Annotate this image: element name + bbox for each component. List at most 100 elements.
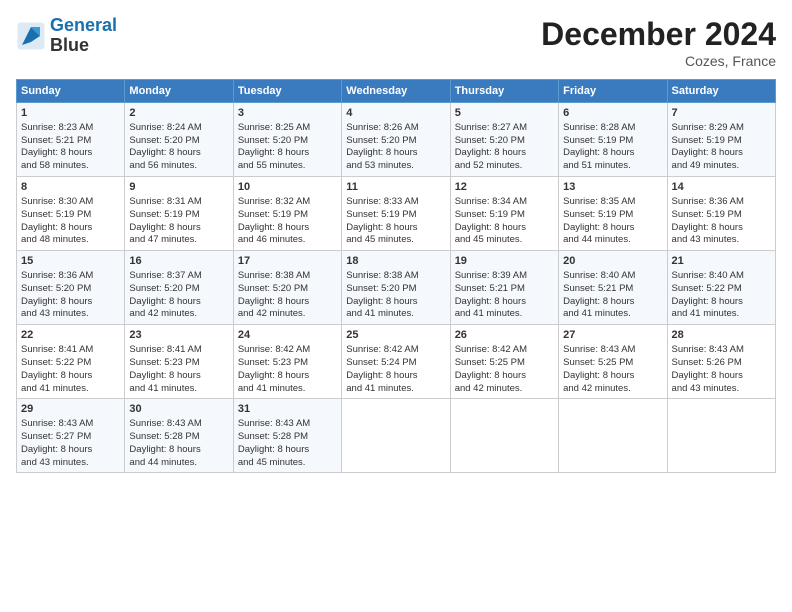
sunrise-label: Sunrise: 8:40 AM (563, 270, 635, 281)
day-number: 20 (563, 254, 662, 269)
day-number: 31 (238, 402, 337, 417)
daylight-label: Daylight: 8 hoursand 51 minutes. (563, 147, 634, 171)
sunrise-label: Sunrise: 8:37 AM (129, 270, 201, 281)
calendar-cell-11: 12Sunrise: 8:34 AMSunset: 5:19 PMDayligh… (450, 177, 558, 251)
sunrise-label: Sunrise: 8:42 AM (238, 344, 310, 355)
daylight-label: Daylight: 8 hoursand 48 minutes. (21, 222, 92, 246)
calendar-cell-17: 18Sunrise: 8:38 AMSunset: 5:20 PMDayligh… (342, 251, 450, 325)
calendar-cell-26: 27Sunrise: 8:43 AM Sunset: 5:25 PM Dayligh… (559, 325, 667, 399)
calendar-cell-33 (559, 399, 667, 473)
calendar-table: SundayMondayTuesdayWednesdayThursdayFrid… (16, 79, 776, 473)
sunset-label: Sunset: 5:19 PM (455, 209, 525, 220)
day-number: 10 (238, 180, 337, 195)
day-number: 13 (563, 180, 662, 195)
sunset-label: Sunset: 5:19 PM (129, 209, 199, 220)
sunset-label: Sunset: 5:23 PM (129, 357, 199, 368)
sunset-label: Sunset: 5:19 PM (672, 135, 742, 146)
daylight-label: Daylight: 8 hoursand 56 minutes. (129, 147, 200, 171)
calendar-cell-34 (667, 399, 775, 473)
daylight-label: Daylight: 8 hoursand 44 minutes. (563, 222, 634, 246)
header-monday: Monday (125, 80, 233, 103)
sunrise-label: Sunrise: 8:43 AM (672, 344, 744, 355)
sunrise-label: Sunrise: 8:29 AM (672, 122, 744, 133)
week-row-2: 15Sunrise: 8:36 AMSunset: 5:20 PMDayligh… (17, 251, 776, 325)
sunset-label: Sunset: 5:22 PM (21, 357, 91, 368)
sunset-label: Sunset: 5:24 PM (346, 357, 416, 368)
sunrise-label: Sunrise: 8:28 AM (563, 122, 635, 133)
logo-text: GeneralBlue (50, 16, 117, 56)
sunset-label: Sunset: 5:20 PM (455, 135, 525, 146)
calendar-cell-5: 6Sunrise: 8:28 AMSunset: 5:19 PMDaylight… (559, 103, 667, 177)
day-number: 19 (455, 254, 554, 269)
calendar-cell-8: 9Sunrise: 8:31 AMSunset: 5:19 PMDaylight… (125, 177, 233, 251)
sunrise-label: Sunrise: 8:34 AM (455, 196, 527, 207)
calendar-cell-18: 19Sunrise: 8:39 AM Sunset: 5:21 PM Dayligh… (450, 251, 558, 325)
day-number: 29 (21, 402, 120, 417)
sunset-label: Sunset: 5:19 PM (563, 135, 633, 146)
sunrise-label: Sunrise: 8:24 AM (129, 122, 201, 133)
calendar-cell-30: 31Sunrise: 8:43 AMSunset: 5:28 PMDayligh… (233, 399, 341, 473)
calendar-cell-32 (450, 399, 558, 473)
sunset-label: Sunset: 5:21 PM (455, 283, 525, 294)
sunset-label: Sunset: 5:25 PM (563, 357, 633, 368)
day-number: 18 (346, 254, 445, 269)
calendar-cell-7: 8Sunrise: 8:30 AMSunset: 5:19 PMDaylight… (17, 177, 125, 251)
sunrise-label: Sunrise: 8:43 AM (563, 344, 635, 355)
sunrise-label: Sunrise: 8:35 AM (563, 196, 635, 207)
sunrise-label: Sunrise: 8:38 AM (238, 270, 310, 281)
daylight-label: Daylight: 8 hoursand 41 minutes. (21, 370, 92, 394)
sunrise-label: Sunrise: 8:26 AM (346, 122, 418, 133)
day-number: 23 (129, 328, 228, 343)
day-number: 27 (563, 328, 662, 343)
day-number: 3 (238, 106, 337, 121)
logo: GeneralBlue (16, 16, 117, 56)
calendar-cell-27: 28Sunrise: 8:43 AMSunset: 5:26 PMDayligh… (667, 325, 775, 399)
calendar-cell-6: 7Sunrise: 8:29 AMSunset: 5:19 PMDaylight… (667, 103, 775, 177)
day-number: 12 (455, 180, 554, 195)
page: GeneralBlue December 2024 Cozes, France … (0, 0, 792, 612)
day-number: 28 (672, 328, 771, 343)
sunset-label: Sunset: 5:20 PM (238, 283, 308, 294)
calendar-body: 1Sunrise: 8:23 AMSunset: 5:21 PMDaylight… (17, 103, 776, 473)
header-sunday: Sunday (17, 80, 125, 103)
daylight-label: Daylight: 8 hoursand 41 minutes. (129, 370, 200, 394)
sunrise-label: Sunrise: 8:23 AM (21, 122, 93, 133)
day-number: 2 (129, 106, 228, 121)
calendar-cell-14: 15Sunrise: 8:36 AMSunset: 5:20 PMDayligh… (17, 251, 125, 325)
daylight-label: Daylight: 8 hoursand 43 minutes. (21, 296, 92, 320)
daylight-label: Daylight: 8 hoursand 43 minutes. (21, 444, 92, 468)
week-row-3: 22Sunrise: 8:41 AMSunset: 5:22 PMDayligh… (17, 325, 776, 399)
day-number: 25 (346, 328, 445, 343)
daylight-label: Daylight: 8 hoursand 41 minutes. (455, 296, 526, 320)
day-number: 7 (672, 106, 771, 121)
calendar-cell-22: 23Sunrise: 8:41 AM Sunset: 5:23 PM Dayligh… (125, 325, 233, 399)
calendar-cell-12: 13Sunrise: 8:35 AMSunset: 5:19 PMDayligh… (559, 177, 667, 251)
location: Cozes, France (541, 53, 776, 69)
calendar-cell-28: 29Sunrise: 8:43 AMSunset: 5:27 PMDayligh… (17, 399, 125, 473)
sunrise-label: Sunrise: 8:41 AM (129, 344, 201, 355)
day-number: 21 (672, 254, 771, 269)
daylight-label: Daylight: 8 hoursand 42 minutes. (563, 370, 634, 394)
calendar-cell-21: 22Sunrise: 8:41 AMSunset: 5:22 PMDayligh… (17, 325, 125, 399)
calendar-cell-25: 26Sunrise: 8:42 AMSunset: 5:25 PMDayligh… (450, 325, 558, 399)
calendar-cell-20: 21Sunrise: 8:40 AMSunset: 5:22 PMDayligh… (667, 251, 775, 325)
sunset-label: Sunset: 5:26 PM (672, 357, 742, 368)
sunrise-label: Sunrise: 8:25 AM (238, 122, 310, 133)
sunset-label: Sunset: 5:28 PM (129, 431, 199, 442)
sunrise-label: Sunrise: 8:42 AM (346, 344, 418, 355)
sunrise-label: Sunrise: 8:39 AM (455, 270, 527, 281)
calendar-cell-23: 24Sunrise: 8:42 AMSunset: 5:23 PMDayligh… (233, 325, 341, 399)
calendar-cell-31 (342, 399, 450, 473)
calendar-header-row: SundayMondayTuesdayWednesdayThursdayFrid… (17, 80, 776, 103)
sunset-label: Sunset: 5:19 PM (346, 209, 416, 220)
calendar-cell-1: 2Sunrise: 8:24 AMSunset: 5:20 PMDaylight… (125, 103, 233, 177)
daylight-label: Daylight: 8 hoursand 45 minutes. (346, 222, 417, 246)
day-number: 30 (129, 402, 228, 417)
daylight-label: Daylight: 8 hoursand 44 minutes. (129, 444, 200, 468)
daylight-label: Daylight: 8 hoursand 55 minutes. (238, 147, 309, 171)
day-number: 8 (21, 180, 120, 195)
calendar-cell-10: 11Sunrise: 8:33 AMSunset: 5:19 PMDayligh… (342, 177, 450, 251)
daylight-label: Daylight: 8 hoursand 53 minutes. (346, 147, 417, 171)
calendar-cell-13: 14Sunrise: 8:36 AMSunset: 5:19 PMDayligh… (667, 177, 775, 251)
sunrise-label: Sunrise: 8:43 AM (129, 418, 201, 429)
